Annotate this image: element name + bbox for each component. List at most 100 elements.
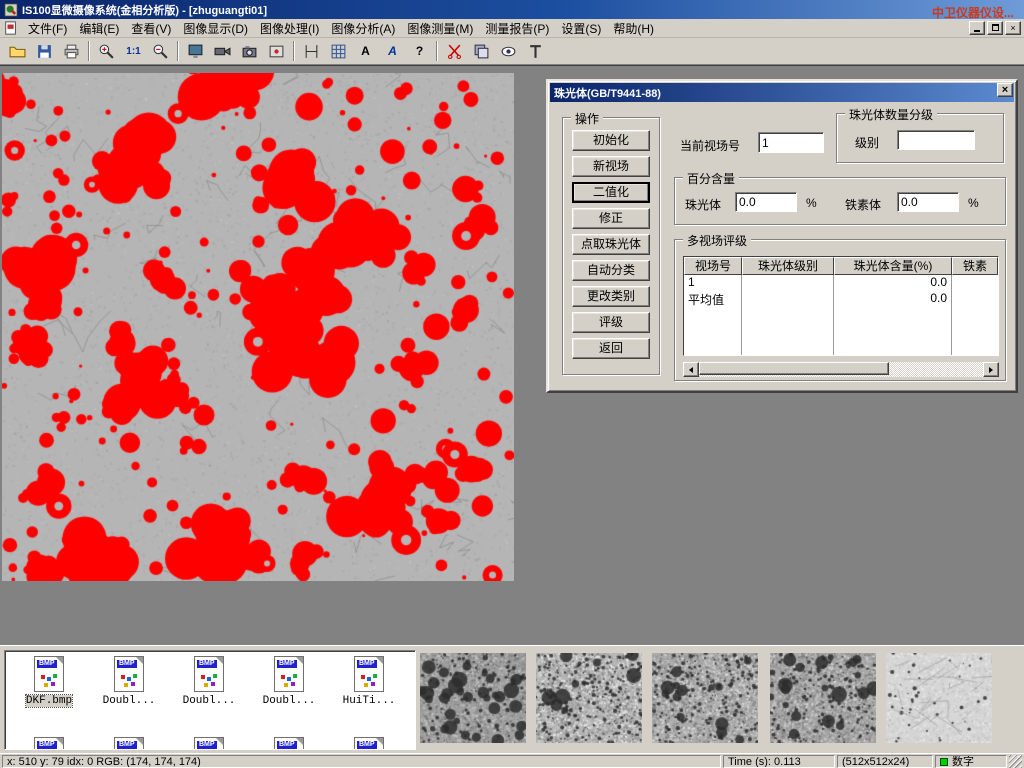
table-cell[interactable] bbox=[742, 291, 834, 307]
menu-view[interactable]: 查看(V) bbox=[125, 19, 177, 38]
file-item[interactable]: BMP Doubl... bbox=[169, 656, 249, 707]
file-item[interactable]: BMP bbox=[9, 737, 89, 750]
table-filler bbox=[684, 307, 742, 355]
capture-icon[interactable] bbox=[264, 39, 289, 63]
level-input[interactable] bbox=[897, 130, 975, 150]
table-cell[interactable] bbox=[742, 275, 834, 291]
caliper-icon[interactable] bbox=[299, 39, 324, 63]
menu-help[interactable]: 帮助(H) bbox=[607, 19, 660, 38]
help-icon[interactable]: ? bbox=[407, 39, 432, 63]
status-mode: 数字 bbox=[935, 755, 1007, 768]
status-bar: x: 510 y: 79 idx: 0 RGB: (174, 174, 174)… bbox=[0, 753, 1024, 768]
ferrite-percent-input[interactable] bbox=[897, 192, 959, 212]
file-item[interactable]: BMP HuiTi... bbox=[329, 656, 409, 707]
dialog-title-bar[interactable]: 珠光体(GB/T9441-88) bbox=[550, 83, 1014, 102]
pearlite-dialog[interactable]: 珠光体(GB/T9441-88) × 操作 初始化 新视场 二值化 修正 点取珠… bbox=[546, 79, 1018, 393]
mdi-document-icon[interactable] bbox=[4, 21, 18, 35]
col-content[interactable]: 珠光体含量(%) bbox=[834, 257, 952, 275]
zoom-in-icon[interactable] bbox=[94, 39, 119, 63]
init-button[interactable]: 初始化 bbox=[572, 130, 650, 151]
menu-image-analysis[interactable]: 图像分析(A) bbox=[325, 19, 401, 38]
text-tool-icon[interactable]: A bbox=[353, 39, 378, 63]
change-class-button[interactable]: 更改类别 bbox=[572, 286, 650, 307]
file-item[interactable]: BMP Doubl... bbox=[249, 656, 329, 707]
app-icon bbox=[4, 3, 18, 17]
operations-group-label: 操作 bbox=[571, 110, 603, 127]
file-list[interactable]: BMP DKF.bmp BMP Doubl... BMP Doubl... BM… bbox=[4, 650, 416, 750]
scroll-track[interactable] bbox=[699, 362, 983, 377]
metallograph-image[interactable] bbox=[2, 73, 514, 581]
pearlite-percent-input[interactable] bbox=[735, 192, 797, 212]
scroll-thumb[interactable] bbox=[699, 362, 889, 375]
menu-settings[interactable]: 设置(S) bbox=[555, 19, 607, 38]
save-icon[interactable] bbox=[32, 39, 57, 63]
zoom-out-icon[interactable] bbox=[148, 39, 173, 63]
thumbnail-image[interactable] bbox=[420, 653, 526, 743]
file-browser-panel: BMP DKF.bmp BMP Doubl... BMP Doubl... BM… bbox=[0, 645, 1024, 753]
file-name: Doubl... bbox=[263, 695, 316, 707]
camera-icon[interactable] bbox=[237, 39, 262, 63]
multi-field-table[interactable]: 视场号 珠光体级别 珠光体含量(%) 铁素 1 0.0 平均值 0.0 bbox=[683, 256, 999, 356]
new-field-button[interactable]: 新视场 bbox=[572, 156, 650, 177]
scroll-right-icon[interactable] bbox=[983, 362, 999, 377]
open-icon[interactable] bbox=[5, 39, 30, 63]
bmp-file-icon: BMP bbox=[274, 737, 304, 750]
marker-icon[interactable] bbox=[496, 39, 521, 63]
menu-report[interactable]: 测量报告(P) bbox=[479, 19, 555, 38]
return-button[interactable]: 返回 bbox=[572, 338, 650, 359]
cut-icon[interactable] bbox=[442, 39, 467, 63]
overlay-icon[interactable] bbox=[469, 39, 494, 63]
menu-image-process[interactable]: 图像处理(I) bbox=[254, 19, 325, 38]
print-icon[interactable] bbox=[59, 39, 84, 63]
file-item[interactable]: BMP bbox=[249, 737, 329, 750]
table-hscrollbar[interactable] bbox=[683, 362, 999, 377]
table-cell[interactable]: 0.0 bbox=[834, 291, 952, 307]
file-item[interactable]: BMP bbox=[89, 737, 169, 750]
file-item[interactable]: BMP Doubl... bbox=[89, 656, 169, 707]
file-item[interactable]: BMP DKF.bmp bbox=[9, 656, 89, 707]
table-row[interactable]: 1 bbox=[684, 275, 742, 291]
dialog-close-button[interactable]: × bbox=[997, 83, 1013, 97]
menu-file[interactable]: 文件(F) bbox=[22, 19, 73, 38]
display-icon[interactable] bbox=[183, 39, 208, 63]
file-item[interactable]: BMP bbox=[169, 737, 249, 750]
thumbnail-image[interactable] bbox=[536, 653, 642, 743]
menu-edit[interactable]: 编辑(E) bbox=[73, 19, 125, 38]
auto-classify-button[interactable]: 自动分类 bbox=[572, 260, 650, 281]
resize-grip[interactable] bbox=[1009, 755, 1022, 768]
current-field-input[interactable] bbox=[758, 132, 824, 153]
thumbnail-image[interactable] bbox=[652, 653, 758, 743]
title-bar[interactable]: IS100显微摄像系统(金相分析版) - [zhuguangti01] bbox=[0, 0, 1024, 19]
mdi-close-button[interactable]: × bbox=[1005, 21, 1021, 35]
vendor-watermark: 中卫仪器仪设... bbox=[932, 4, 1014, 21]
pick-pearlite-button[interactable]: 点取珠光体 bbox=[572, 234, 650, 255]
menu-bar: 文件(F) 编辑(E) 查看(V) 图像显示(D) 图像处理(I) 图像分析(A… bbox=[0, 19, 1024, 38]
percent-group: 百分含量 珠光体 % 铁素体 % bbox=[674, 177, 1006, 225]
table-cell[interactable]: 0.0 bbox=[834, 275, 952, 291]
menu-image-measure[interactable]: 图像测量(M) bbox=[401, 19, 479, 38]
menu-image-display[interactable]: 图像显示(D) bbox=[177, 19, 254, 38]
scroll-left-icon[interactable] bbox=[683, 362, 699, 377]
actual-size-button[interactable]: 1:1 bbox=[121, 39, 146, 63]
t-square-icon[interactable] bbox=[523, 39, 548, 63]
file-item[interactable]: BMP bbox=[329, 737, 409, 750]
table-cell[interactable] bbox=[952, 275, 998, 291]
grid-icon[interactable] bbox=[326, 39, 351, 63]
angle-text-icon[interactable]: A bbox=[380, 39, 405, 63]
binarize-button[interactable]: 二值化 bbox=[572, 182, 650, 203]
grade-button[interactable]: 评级 bbox=[572, 312, 650, 333]
pearlite-label: 珠光体 bbox=[685, 196, 721, 213]
mode-label: 数字 bbox=[952, 756, 974, 768]
col-field[interactable]: 视场号 bbox=[684, 257, 742, 275]
thumbnail-image[interactable] bbox=[886, 653, 992, 743]
table-cell[interactable] bbox=[952, 291, 998, 307]
bmp-file-icon: BMP bbox=[194, 737, 224, 750]
table-row[interactable]: 平均值 bbox=[684, 291, 742, 307]
mdi-minimize-button[interactable] bbox=[969, 21, 985, 35]
correct-button[interactable]: 修正 bbox=[572, 208, 650, 229]
col-ferrite[interactable]: 铁素 bbox=[952, 257, 998, 275]
col-grade[interactable]: 珠光体级别 bbox=[742, 257, 834, 275]
video-camera-icon[interactable] bbox=[210, 39, 235, 63]
mdi-restore-button[interactable] bbox=[987, 21, 1003, 35]
thumbnail-image[interactable] bbox=[770, 653, 876, 743]
